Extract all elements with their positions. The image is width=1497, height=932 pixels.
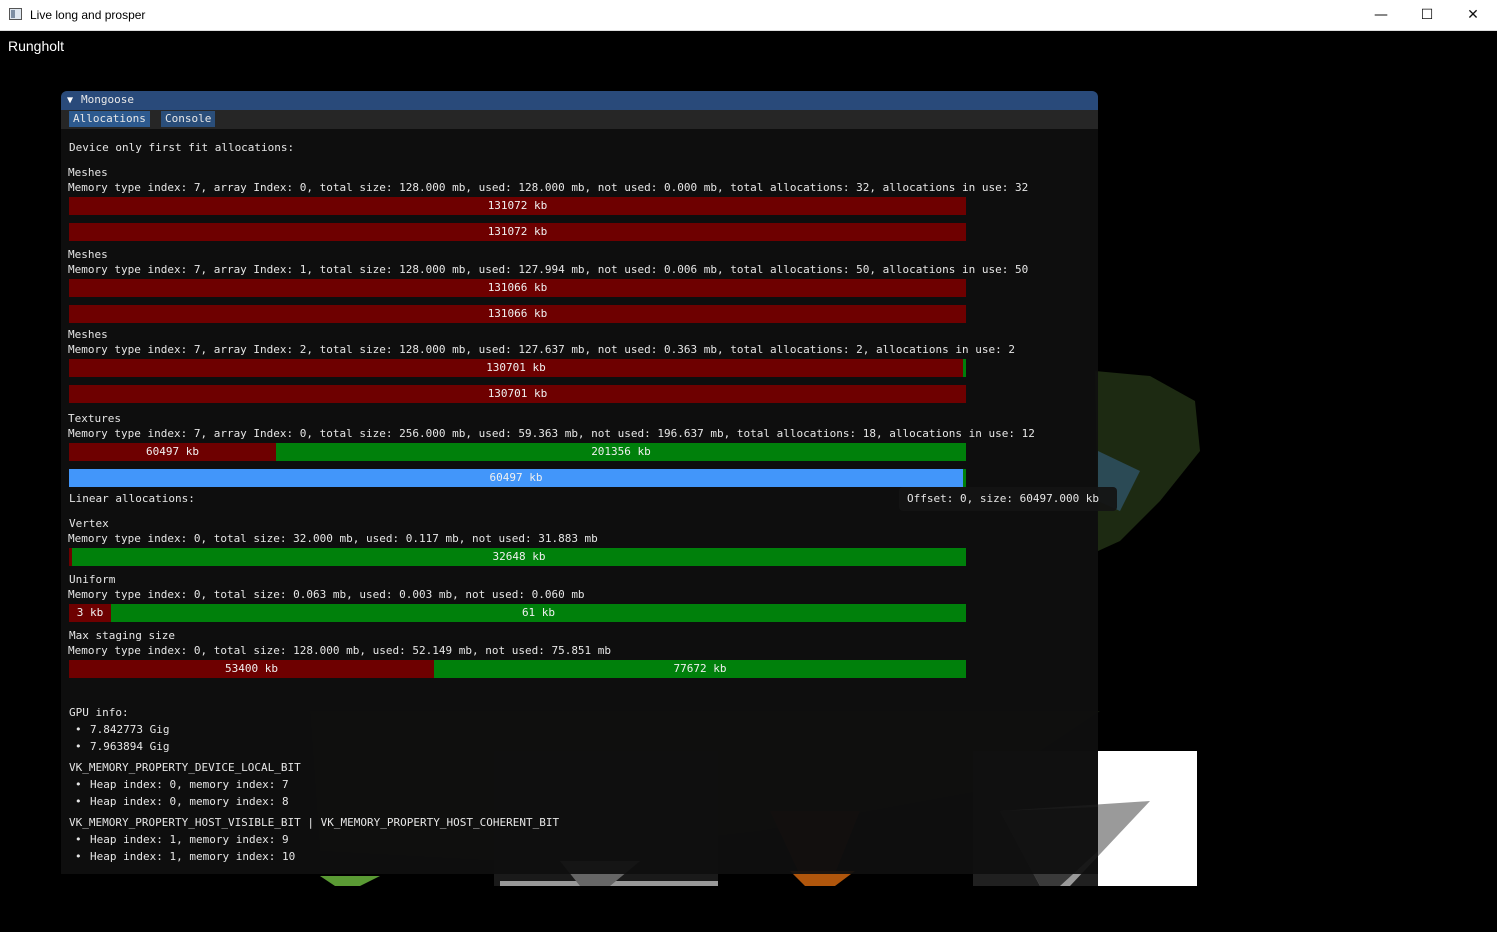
group-name: Meshes bbox=[68, 166, 108, 179]
linear-info: Memory type index: 0, total size: 0.063 … bbox=[68, 588, 585, 601]
linear-name: Vertex bbox=[69, 517, 109, 530]
linear-name: Uniform bbox=[69, 573, 116, 586]
mongoose-title: Mongoose bbox=[81, 93, 134, 106]
tab-console[interactable]: Console bbox=[161, 111, 216, 127]
linear-bar[interactable]: 32648 kb bbox=[69, 548, 966, 566]
mongoose-title-bar[interactable]: ▼ Mongoose bbox=[61, 91, 1098, 110]
used-segment[interactable]: 53400 kb bbox=[69, 660, 434, 678]
host-visible-header: VK_MEMORY_PROPERTY_HOST_VISIBLE_BIT | VK… bbox=[69, 816, 560, 829]
used-segment[interactable]: 3 kb bbox=[69, 604, 111, 622]
group-info: Memory type index: 7, array Index: 1, to… bbox=[68, 263, 1029, 276]
bullet-icon: • bbox=[75, 795, 82, 808]
mongoose-window[interactable]: ▼ Mongoose Allocations Console Device on… bbox=[61, 91, 1098, 874]
window-titlebar: Live long and prosper — ☐ ✕ bbox=[0, 0, 1497, 31]
linear-name: Max staging size bbox=[69, 629, 175, 642]
allocation-bar[interactable]: 60497 kb bbox=[69, 469, 966, 487]
memory-index-item: Heap index: 0, memory index: 7 bbox=[90, 778, 289, 791]
linear-bar[interactable]: 53400 kb 77672 kb bbox=[69, 660, 966, 678]
bullet-icon: • bbox=[75, 778, 82, 791]
window-title: Live long and prosper bbox=[30, 8, 146, 22]
free-segment[interactable]: 61 kb bbox=[111, 604, 966, 622]
allocation-bar[interactable]: 131072 kb bbox=[69, 223, 966, 241]
used-segment[interactable]: 130701 kb bbox=[69, 359, 963, 377]
tooltip-text: Offset: 0, size: 60497.000 kb bbox=[907, 492, 1100, 505]
gpu-heap-size: 7.963894 Gig bbox=[90, 740, 170, 753]
group-name: Textures bbox=[68, 412, 121, 425]
group-name: Meshes bbox=[68, 328, 108, 341]
gpu-info-header: GPU info: bbox=[69, 706, 129, 719]
free-segment[interactable] bbox=[963, 469, 966, 487]
minimize-button[interactable]: — bbox=[1358, 0, 1404, 30]
group-info: Memory type index: 7, array Index: 0, to… bbox=[68, 427, 1035, 440]
linear-header: Linear allocations: bbox=[69, 492, 195, 505]
device-local-header: VK_MEMORY_PROPERTY_DEVICE_LOCAL_BIT bbox=[69, 761, 301, 774]
allocation-bar[interactable]: 130701 kb bbox=[69, 359, 966, 377]
tab-allocations[interactable]: Allocations bbox=[69, 111, 150, 127]
used-segment[interactable]: 60497 kb bbox=[69, 443, 276, 461]
linear-info: Memory type index: 0, total size: 32.000… bbox=[68, 532, 598, 545]
free-segment[interactable]: 77672 kb bbox=[434, 660, 966, 678]
allocation-tooltip: Offset: 0, size: 60497.000 kb bbox=[899, 487, 1117, 511]
group-name: Meshes bbox=[68, 248, 108, 261]
memory-index-item: Heap index: 0, memory index: 8 bbox=[90, 795, 289, 808]
used-segment[interactable]: 131072 kb bbox=[69, 197, 966, 215]
bullet-icon: • bbox=[75, 850, 82, 863]
free-segment[interactable] bbox=[963, 359, 966, 377]
group-info: Memory type index: 7, array Index: 2, to… bbox=[68, 343, 1016, 356]
used-segment[interactable]: 130701 kb bbox=[69, 385, 966, 403]
used-segment[interactable]: 131066 kb bbox=[69, 305, 966, 323]
maximize-button[interactable]: ☐ bbox=[1404, 0, 1450, 30]
hovered-segment[interactable]: 60497 kb bbox=[69, 469, 963, 487]
free-segment[interactable]: 201356 kb bbox=[276, 443, 966, 461]
bullet-icon: • bbox=[75, 723, 82, 736]
allocation-bar[interactable]: 130701 kb bbox=[69, 385, 966, 403]
group-info: Memory type index: 7, array Index: 0, to… bbox=[68, 181, 1029, 194]
used-segment[interactable]: 131072 kb bbox=[69, 223, 966, 241]
linear-info: Memory type index: 0, total size: 128.00… bbox=[68, 644, 612, 657]
bullet-icon: • bbox=[75, 740, 82, 753]
memory-index-item: Heap index: 1, memory index: 9 bbox=[90, 833, 289, 846]
linear-bar[interactable]: 3 kb 61 kb bbox=[69, 604, 966, 622]
tab-bar: Allocations Console bbox=[61, 110, 1098, 129]
app-icon bbox=[9, 8, 22, 20]
allocation-bar[interactable]: 60497 kb 201356 kb bbox=[69, 443, 966, 461]
free-segment[interactable]: 32648 kb bbox=[72, 548, 966, 566]
allocation-bar[interactable]: 131072 kb bbox=[69, 197, 966, 215]
allocation-bar[interactable]: 131066 kb bbox=[69, 279, 966, 297]
gpu-heap-size: 7.842773 Gig bbox=[90, 723, 170, 736]
memory-index-item: Heap index: 1, memory index: 10 bbox=[90, 850, 296, 863]
first-fit-header: Device only first fit allocations: bbox=[69, 141, 295, 154]
allocation-bar[interactable]: 131066 kb bbox=[69, 305, 966, 323]
bullet-icon: • bbox=[75, 833, 82, 846]
close-button[interactable]: ✕ bbox=[1450, 0, 1496, 30]
collapse-triangle-icon[interactable]: ▼ bbox=[67, 95, 73, 106]
used-segment[interactable]: 131066 kb bbox=[69, 279, 966, 297]
